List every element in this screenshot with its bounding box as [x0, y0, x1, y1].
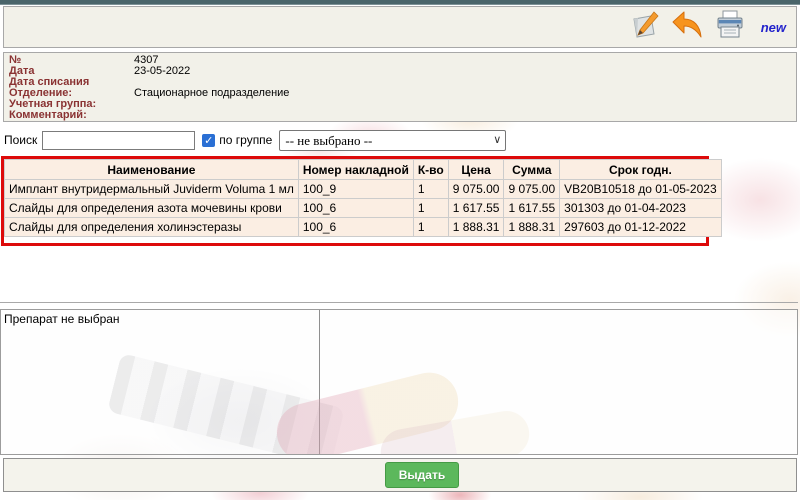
undo-arrow-icon — [670, 9, 704, 46]
col-header-invoice: Номер накладной — [298, 160, 413, 180]
group-select[interactable]: -- не выбрано -- — [279, 130, 506, 151]
cell-qty: 1 — [413, 180, 448, 199]
items-table: Наименование Номер накладной К-во Цена С… — [4, 159, 722, 237]
cell-name: Имплант внутридермальный Juviderm Voluma… — [5, 180, 299, 199]
drug-detail-panel: Препарат не выбран — [0, 309, 798, 455]
document-info-panel: №4307 Дата23-05-2022 Дата списания Отдел… — [3, 52, 797, 122]
cell-sum: 9 075.00 — [504, 180, 560, 199]
print-button[interactable] — [712, 10, 748, 44]
cell-invoice: 100_9 — [298, 180, 413, 199]
group-select-wrap: -- не выбрано -- ∨ — [279, 130, 506, 151]
horizontal-divider — [0, 302, 798, 303]
col-header-price: Цена — [448, 160, 504, 180]
cell-price: 9 075.00 — [448, 180, 504, 199]
cell-expiry: VB20B10518 до 01-05-2023 — [560, 180, 721, 199]
cell-invoice: 100_6 — [298, 218, 413, 237]
col-header-name: Наименование — [5, 160, 299, 180]
cell-sum: 1 617.55 — [504, 199, 560, 218]
footer-action-bar: Выдать — [3, 458, 797, 492]
cell-name: Слайды для определения холинэстеразы — [5, 218, 299, 237]
cell-expiry: 297603 до 01-12-2022 — [560, 218, 721, 237]
drug-detail-right-pane — [319, 310, 797, 454]
by-group-checkbox[interactable]: ✓ — [202, 134, 215, 147]
table-row[interactable]: Слайды для определения холинэстеразы 100… — [5, 218, 722, 237]
cell-price: 1 888.31 — [448, 218, 504, 237]
col-header-qty: К-во — [413, 160, 448, 180]
search-label: Поиск — [4, 133, 37, 147]
info-value-department: Стационарное подразделение — [134, 88, 289, 99]
items-table-highlight-box: Наименование Номер накладной К-во Цена С… — [1, 156, 709, 246]
toolbar: new — [3, 6, 797, 48]
cell-invoice: 100_6 — [298, 199, 413, 218]
edit-button[interactable] — [626, 10, 662, 44]
printer-icon — [713, 9, 747, 46]
cell-qty: 1 — [413, 199, 448, 218]
cell-name: Слайды для определения азота мочевины кр… — [5, 199, 299, 218]
undo-button[interactable] — [669, 10, 705, 44]
col-header-expiry: Срок годн. — [560, 160, 721, 180]
search-row: Поиск ✓ по группе -- не выбрано -- ∨ — [4, 129, 796, 151]
col-header-sum: Сумма — [504, 160, 560, 180]
by-group-label: по группе — [219, 133, 272, 147]
new-link[interactable]: new — [761, 20, 786, 35]
cell-expiry: 301303 до 01-04-2023 — [560, 199, 721, 218]
no-drug-selected-message: Препарат не выбран — [4, 312, 120, 326]
cell-qty: 1 — [413, 218, 448, 237]
table-row[interactable]: Имплант внутридермальный Juviderm Voluma… — [5, 180, 722, 199]
issue-button[interactable]: Выдать — [385, 462, 459, 488]
cell-price: 1 617.55 — [448, 199, 504, 218]
edit-icon — [627, 9, 661, 46]
info-label-comment: Комментарий: — [9, 110, 134, 121]
top-title-strip — [0, 0, 800, 5]
drug-detail-left-pane: Препарат не выбран — [1, 310, 319, 454]
table-header-row: Наименование Номер накладной К-во Цена С… — [5, 160, 722, 180]
info-value-date: 23-05-2022 — [134, 66, 190, 77]
table-row[interactable]: Слайды для определения азота мочевины кр… — [5, 199, 722, 218]
cell-sum: 1 888.31 — [504, 218, 560, 237]
search-input[interactable] — [42, 131, 195, 150]
